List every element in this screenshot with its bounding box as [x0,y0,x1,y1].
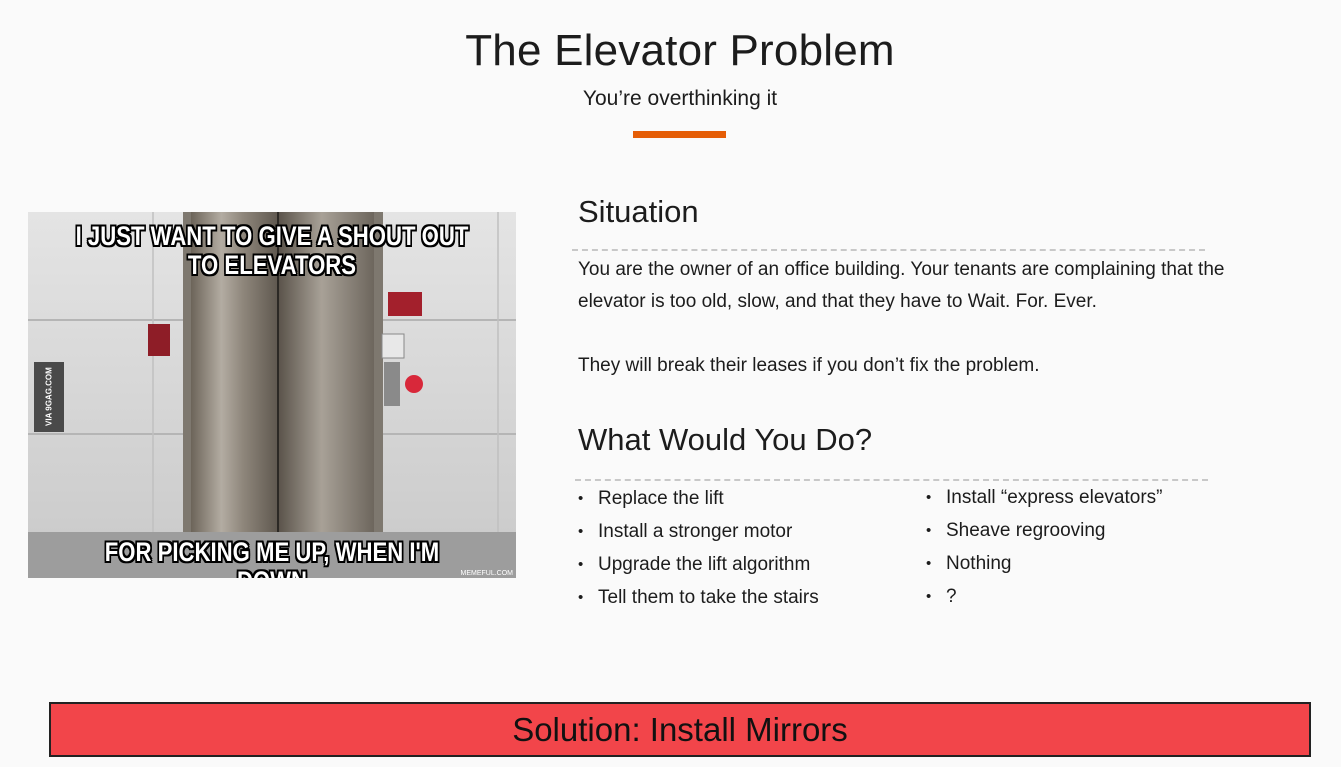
meme-bottom-caption: FOR PICKING ME UP, WHEN I'M DOWN [104,537,440,579]
list-item: Sheave regrooving [926,514,1162,547]
list-item: Replace the lift [578,482,819,515]
situation-paragraph-1: You are the owner of an office building.… [578,259,1225,312]
meme-top-caption: I JUST WANT TO GIVE A SHOUT OUT TO ELEVA… [75,221,469,280]
situation-paragraph-2: They will break their leases if you don’… [578,355,1040,376]
slide-subtitle: You’re overthinking it [582,87,778,110]
list-item: Install “express elevators” [926,481,1162,514]
accent-bar [633,131,726,138]
situation-heading: Situation [578,194,699,229]
options-list-left: Replace the lift Install a stronger moto… [578,482,819,614]
meme-side-watermark: VIA 9GAG.COM [34,362,64,432]
options-list-right: Install “express elevators” Sheave regro… [926,481,1162,613]
question-heading: What Would You Do? [578,422,873,457]
list-item: Upgrade the lift algorithm [578,548,819,581]
list-item: Nothing [926,547,1162,580]
list-item: ? [926,580,1162,613]
elevator-meme-image: I JUST WANT TO GIVE A SHOUT OUT TO ELEVA… [28,212,516,578]
meme-corner-watermark: MEMEFUL.COM [460,570,514,577]
list-item: Install a stronger motor [578,515,819,548]
list-item: Tell them to take the stairs [578,581,819,614]
slide-title: The Elevator Problem [465,26,895,75]
solution-label: Solution: Install Mirrors [512,710,848,748]
situation-divider [572,249,1205,251]
solution-banner: Solution: Install Mirrors [49,702,1311,757]
